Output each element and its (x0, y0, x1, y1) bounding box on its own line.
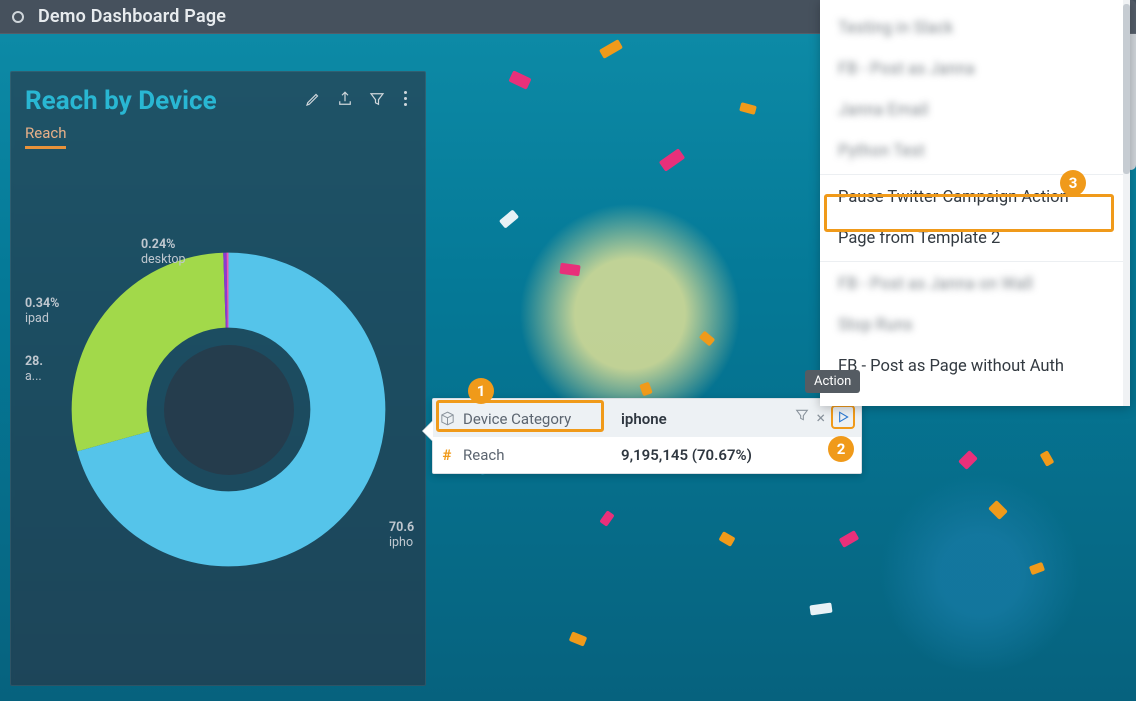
donut-chart[interactable]: 0.24%desktop 0.34%ipad 28.a... 70.6ipho (11, 192, 425, 685)
panel-scrollbar[interactable] (1123, 0, 1130, 406)
status-circle-icon (12, 11, 24, 23)
widget-title: Reach by Device (25, 86, 217, 116)
tooltip-metric-value: 9,195,145 (70.67%) (621, 446, 752, 464)
segment-label-desktop: 0.24%desktop (141, 237, 186, 267)
actions-dropdown-item[interactable]: FB - Post as Janna (820, 49, 1130, 90)
actions-dropdown-item[interactable]: Janna Email (820, 90, 1130, 131)
tooltip-close-icon[interactable]: × (812, 408, 829, 427)
widget-reach-by-device: Reach by Device Reach 0.24%desktop 0.34%… (10, 71, 426, 686)
more-icon[interactable] (400, 90, 411, 112)
segment-label-ipad: 0.34%ipad (25, 296, 59, 326)
share-icon[interactable] (336, 90, 354, 112)
callout-badge-2: 2 (828, 436, 854, 462)
tooltip-metric-row: # Reach 9,195,145 (70.67%) (433, 437, 861, 473)
callout-badge-1: 1 (468, 378, 494, 404)
actions-dropdown-item[interactable]: FB - Post as Janna on Wall (820, 264, 1130, 305)
widget-tab-reach[interactable]: Reach (25, 124, 66, 149)
page-title: Demo Dashboard Page (38, 6, 226, 27)
filter-icon[interactable] (368, 90, 386, 112)
widget-toolbar (304, 90, 411, 112)
tooltip-filter-icon[interactable] (794, 407, 810, 427)
callout-badge-3: 3 (1060, 170, 1086, 196)
tooltip-action-button[interactable] (831, 405, 855, 429)
hash-icon: # (433, 446, 461, 464)
edit-icon[interactable] (304, 90, 322, 112)
panel-separator (820, 261, 1130, 262)
action-tooltip: Action (805, 370, 860, 393)
tooltip-metric-label: Reach (461, 446, 621, 464)
widget-header: Reach by Device (11, 72, 425, 120)
callout-box-3 (824, 194, 1114, 232)
actions-dropdown-item[interactable]: FB - Post as Page without Auth (820, 346, 1130, 387)
actions-dropdown-item[interactable]: Testing in Slack (820, 8, 1130, 49)
segment-label-iphone: 70.6ipho (389, 520, 414, 550)
actions-dropdown-item[interactable]: Stop Runs (820, 305, 1130, 346)
actions-dropdown-item[interactable]: Python Test (820, 131, 1130, 172)
callout-box-1 (436, 400, 604, 432)
segment-label-android: 28.a... (25, 354, 43, 384)
tooltip-dim-value: iphone (621, 409, 667, 428)
